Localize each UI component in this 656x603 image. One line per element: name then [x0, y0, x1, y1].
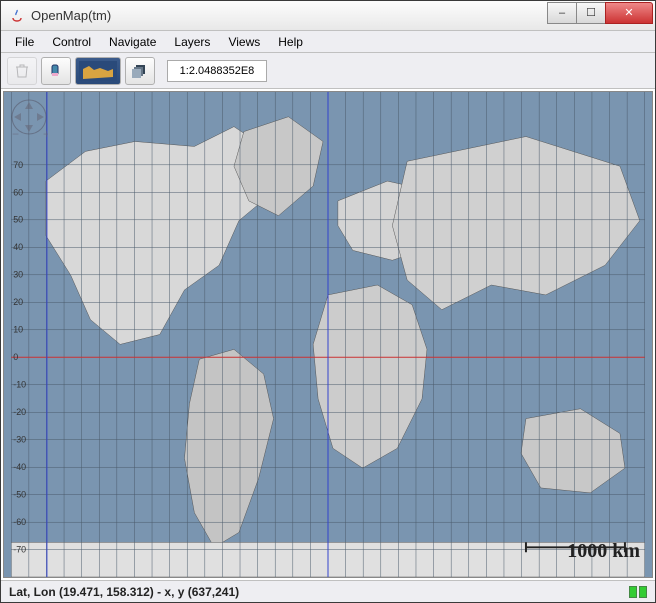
pan-right-icon [37, 113, 44, 121]
menu-file[interactable]: File [7, 33, 42, 51]
pan-control[interactable]: + − [10, 98, 48, 140]
trash-button[interactable] [7, 57, 37, 85]
layers-icon [131, 62, 149, 80]
map-viewport[interactable]: 70 60 50 40 30 20 10 0 -10 -20 -30 -40 -50 -60 -70 + −… [3, 91, 653, 578]
svg-text:-60: -60 [13, 517, 26, 527]
pan-up-icon [25, 102, 33, 109]
eraser-button[interactable] [41, 57, 71, 85]
pan-left-icon [14, 113, 21, 121]
status-led-2 [639, 586, 647, 598]
menu-views[interactable]: Views [220, 33, 268, 51]
svg-text:70: 70 [13, 160, 23, 170]
svg-text:20: 20 [13, 297, 23, 307]
minimize-button[interactable]: – [547, 2, 577, 24]
java-icon [9, 8, 25, 24]
svg-text:0: 0 [13, 352, 18, 362]
world-button[interactable] [75, 57, 121, 85]
status-bar: Lat, Lon (19.471, 158.312) - x, y (637,2… [1, 580, 655, 602]
trash-icon [15, 63, 29, 79]
close-button[interactable]: ✕ [605, 2, 653, 24]
menubar: File Control Navigate Layers Views Help [1, 31, 655, 53]
titlebar[interactable]: OpenMap(tm) – ☐ ✕ [1, 1, 655, 31]
world-icon [79, 61, 117, 81]
scale-input[interactable] [167, 60, 267, 82]
pan-down-icon [25, 125, 33, 132]
menu-control[interactable]: Control [44, 33, 99, 51]
svg-text:-70: -70 [13, 545, 26, 555]
zoom-out-icon: − [12, 127, 19, 140]
scale-bar-label: 1000 km [567, 540, 640, 563]
svg-text:40: 40 [13, 242, 23, 252]
svg-text:-30: -30 [13, 435, 26, 445]
svg-text:50: 50 [13, 215, 23, 225]
window-controls: – ☐ ✕ [548, 2, 653, 24]
svg-text:60: 60 [13, 187, 23, 197]
menu-navigate[interactable]: Navigate [101, 33, 164, 51]
svg-text:-20: -20 [13, 407, 26, 417]
status-leds [629, 586, 647, 598]
maximize-button[interactable]: ☐ [576, 2, 606, 24]
world-map: 70 60 50 40 30 20 10 0 -10 -20 -30 -40 -50 -60 -70 [4, 92, 652, 577]
zoom-in-icon: + [43, 127, 48, 140]
status-led-1 [629, 586, 637, 598]
app-window: OpenMap(tm) – ☐ ✕ File Control Navigate … [0, 0, 656, 603]
svg-text:-10: -10 [13, 380, 26, 390]
svg-text:30: 30 [13, 270, 23, 280]
layers-button[interactable] [125, 57, 155, 85]
window-title: OpenMap(tm) [31, 8, 548, 23]
toolbar [1, 53, 655, 89]
status-coordinates: Lat, Lon (19.471, 158.312) - x, y (637,2… [9, 585, 239, 599]
svg-text:-40: -40 [13, 462, 26, 472]
menu-layers[interactable]: Layers [166, 33, 218, 51]
svg-text:-50: -50 [13, 490, 26, 500]
svg-text:10: 10 [13, 325, 23, 335]
menu-help[interactable]: Help [270, 33, 311, 51]
eraser-icon [49, 63, 63, 79]
